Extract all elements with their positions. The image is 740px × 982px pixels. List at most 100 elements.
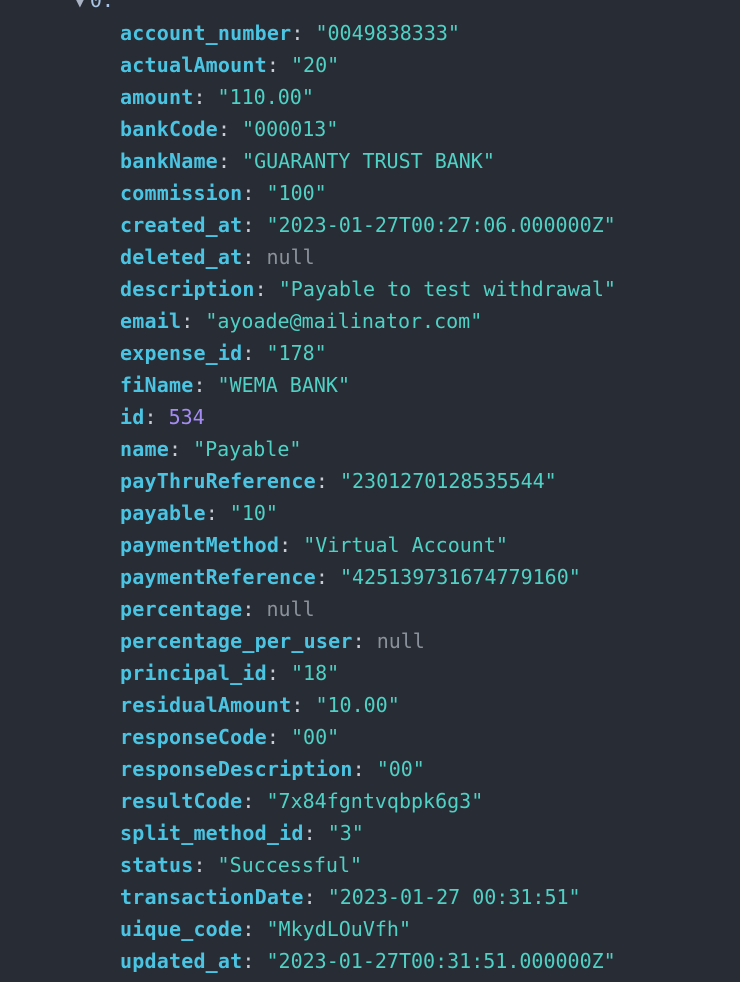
key-separator: : [352,757,377,781]
property-row[interactable]: residualAmount: "10.00" [120,689,740,721]
property-value: "178" [266,341,327,365]
property-key: updated_at [120,949,243,973]
property-key: amount [120,85,194,109]
property-key: paymentReference [120,565,316,589]
property-row[interactable]: percentage_per_user: null [120,625,740,657]
property-value: 534 [168,405,205,429]
key-separator: : [266,53,291,77]
property-row[interactable]: id: 534 [120,401,740,433]
property-row[interactable]: split_method_id: "3" [120,817,740,849]
key-separator: : [242,789,267,813]
array-item-node[interactable]: ▼ 0: [76,0,114,15]
property-key: name [120,437,169,461]
key-separator: : [242,341,267,365]
key-separator: : [193,373,218,397]
property-value: "18" [291,661,340,685]
property-row[interactable]: responseDescription: "00" [120,753,740,785]
property-row[interactable]: transactionDate: "2023-01-27 00:31:51" [120,881,740,913]
property-row[interactable]: payable: "10" [120,497,740,529]
property-row[interactable]: principal_id: "18" [120,657,740,689]
property-row[interactable]: email: "ayoade@mailinator.com" [120,305,740,337]
property-key: percentage_per_user [120,629,353,653]
key-separator: : [242,181,267,205]
expand-arrow-icon[interactable]: ▼ [76,0,84,11]
key-separator: : [266,725,291,749]
property-key: responseDescription [120,757,353,781]
key-separator: : [303,821,328,845]
property-value: "GUARANTY TRUST BANK" [242,149,495,173]
property-value: "Virtual Account" [303,533,508,557]
property-row[interactable]: paymentMethod: "Virtual Account" [120,529,740,561]
property-value: "Payable to test withdrawal" [278,277,616,301]
property-value: "2301270128535544" [339,469,557,493]
property-row[interactable]: responseCode: "00" [120,721,740,753]
property-key: status [120,853,194,877]
property-value: "2023-01-27 00:31:51" [327,885,581,909]
property-key: account_number [120,21,292,45]
property-row[interactable]: description: "Payable to test withdrawal… [120,273,740,305]
property-row[interactable]: deleted_at: null [120,241,740,273]
key-separator: : [279,533,304,557]
property-row[interactable]: commission: "100" [120,177,740,209]
property-row[interactable]: updated_at: "2023-01-27T00:31:51.000000Z… [120,945,740,977]
property-value: "2023-01-27T00:27:06.000000Z" [266,213,616,237]
property-key: created_at [120,213,243,237]
property-row[interactable]: resultCode: "7x84fgntvqbpk6g3" [120,785,740,817]
property-key: payThruReference [120,469,316,493]
key-separator: : [242,949,267,973]
property-key: split_method_id [120,821,304,845]
key-separator: : [291,21,316,45]
property-key: payable [120,501,206,525]
property-row[interactable]: paymentReference: "425139731674779160" [120,561,740,593]
key-separator: : [193,85,218,109]
property-value: "425139731674779160" [339,565,581,589]
property-key: id [120,405,145,429]
key-separator: : [144,405,169,429]
key-separator: : [205,501,230,525]
property-value: "110.00" [217,85,314,109]
node-index-label: 0: [89,0,114,12]
key-separator: : [291,693,316,717]
property-row[interactable]: percentage: null [120,593,740,625]
property-row[interactable]: amount: "110.00" [120,81,740,113]
key-separator: : [266,661,291,685]
json-tree-viewer: ▼ 0: account_number: "0049838333" actualAm… [0,0,740,982]
property-value: "3" [327,821,364,845]
key-separator: : [352,629,377,653]
property-list: account_number: "0049838333" actualAmount… [120,17,740,977]
property-row[interactable]: name: "Payable" [120,433,740,465]
property-row[interactable]: status: "Successful" [120,849,740,881]
key-separator: : [242,597,267,621]
property-row[interactable]: bankName: "GUARANTY TRUST BANK" [120,145,740,177]
property-value: "Payable" [193,437,302,461]
property-value: "MkydLOuVfh" [266,917,412,941]
key-separator: : [168,437,194,461]
property-key: actualAmount [120,53,267,77]
property-row[interactable]: payThruReference: "2301270128535544" [120,465,740,497]
property-key: commission [120,181,243,205]
key-separator: : [193,853,218,877]
key-separator: : [217,117,243,141]
property-value: "0049838333" [315,21,460,45]
property-row[interactable]: actualAmount: "20" [120,49,740,81]
property-row[interactable]: fiName: "WEMA BANK" [120,369,740,401]
property-key: uique_code [120,917,243,941]
property-value: "100" [266,181,327,205]
property-value: "2023-01-27T00:31:51.000000Z" [266,949,616,973]
property-row[interactable]: uique_code: "MkydLOuVfh" [120,913,740,945]
key-separator: : [242,213,267,237]
property-value: "7x84fgntvqbpk6g3" [266,789,484,813]
property-value: "WEMA BANK" [217,373,350,397]
property-value: "20" [291,53,340,77]
property-row[interactable]: bankCode: "000013" [120,113,740,145]
property-row[interactable]: expense_id: "178" [120,337,740,369]
property-value: "00" [376,757,425,781]
key-separator: : [254,277,279,301]
property-value: null [266,245,315,269]
key-separator: : [242,245,267,269]
property-key: percentage [120,597,243,621]
property-row[interactable]: account_number: "0049838333" [120,17,740,49]
property-row[interactable]: created_at: "2023-01-27T00:27:06.000000Z… [120,209,740,241]
property-key: deleted_at [120,245,243,269]
property-key: bankCode [120,117,218,141]
